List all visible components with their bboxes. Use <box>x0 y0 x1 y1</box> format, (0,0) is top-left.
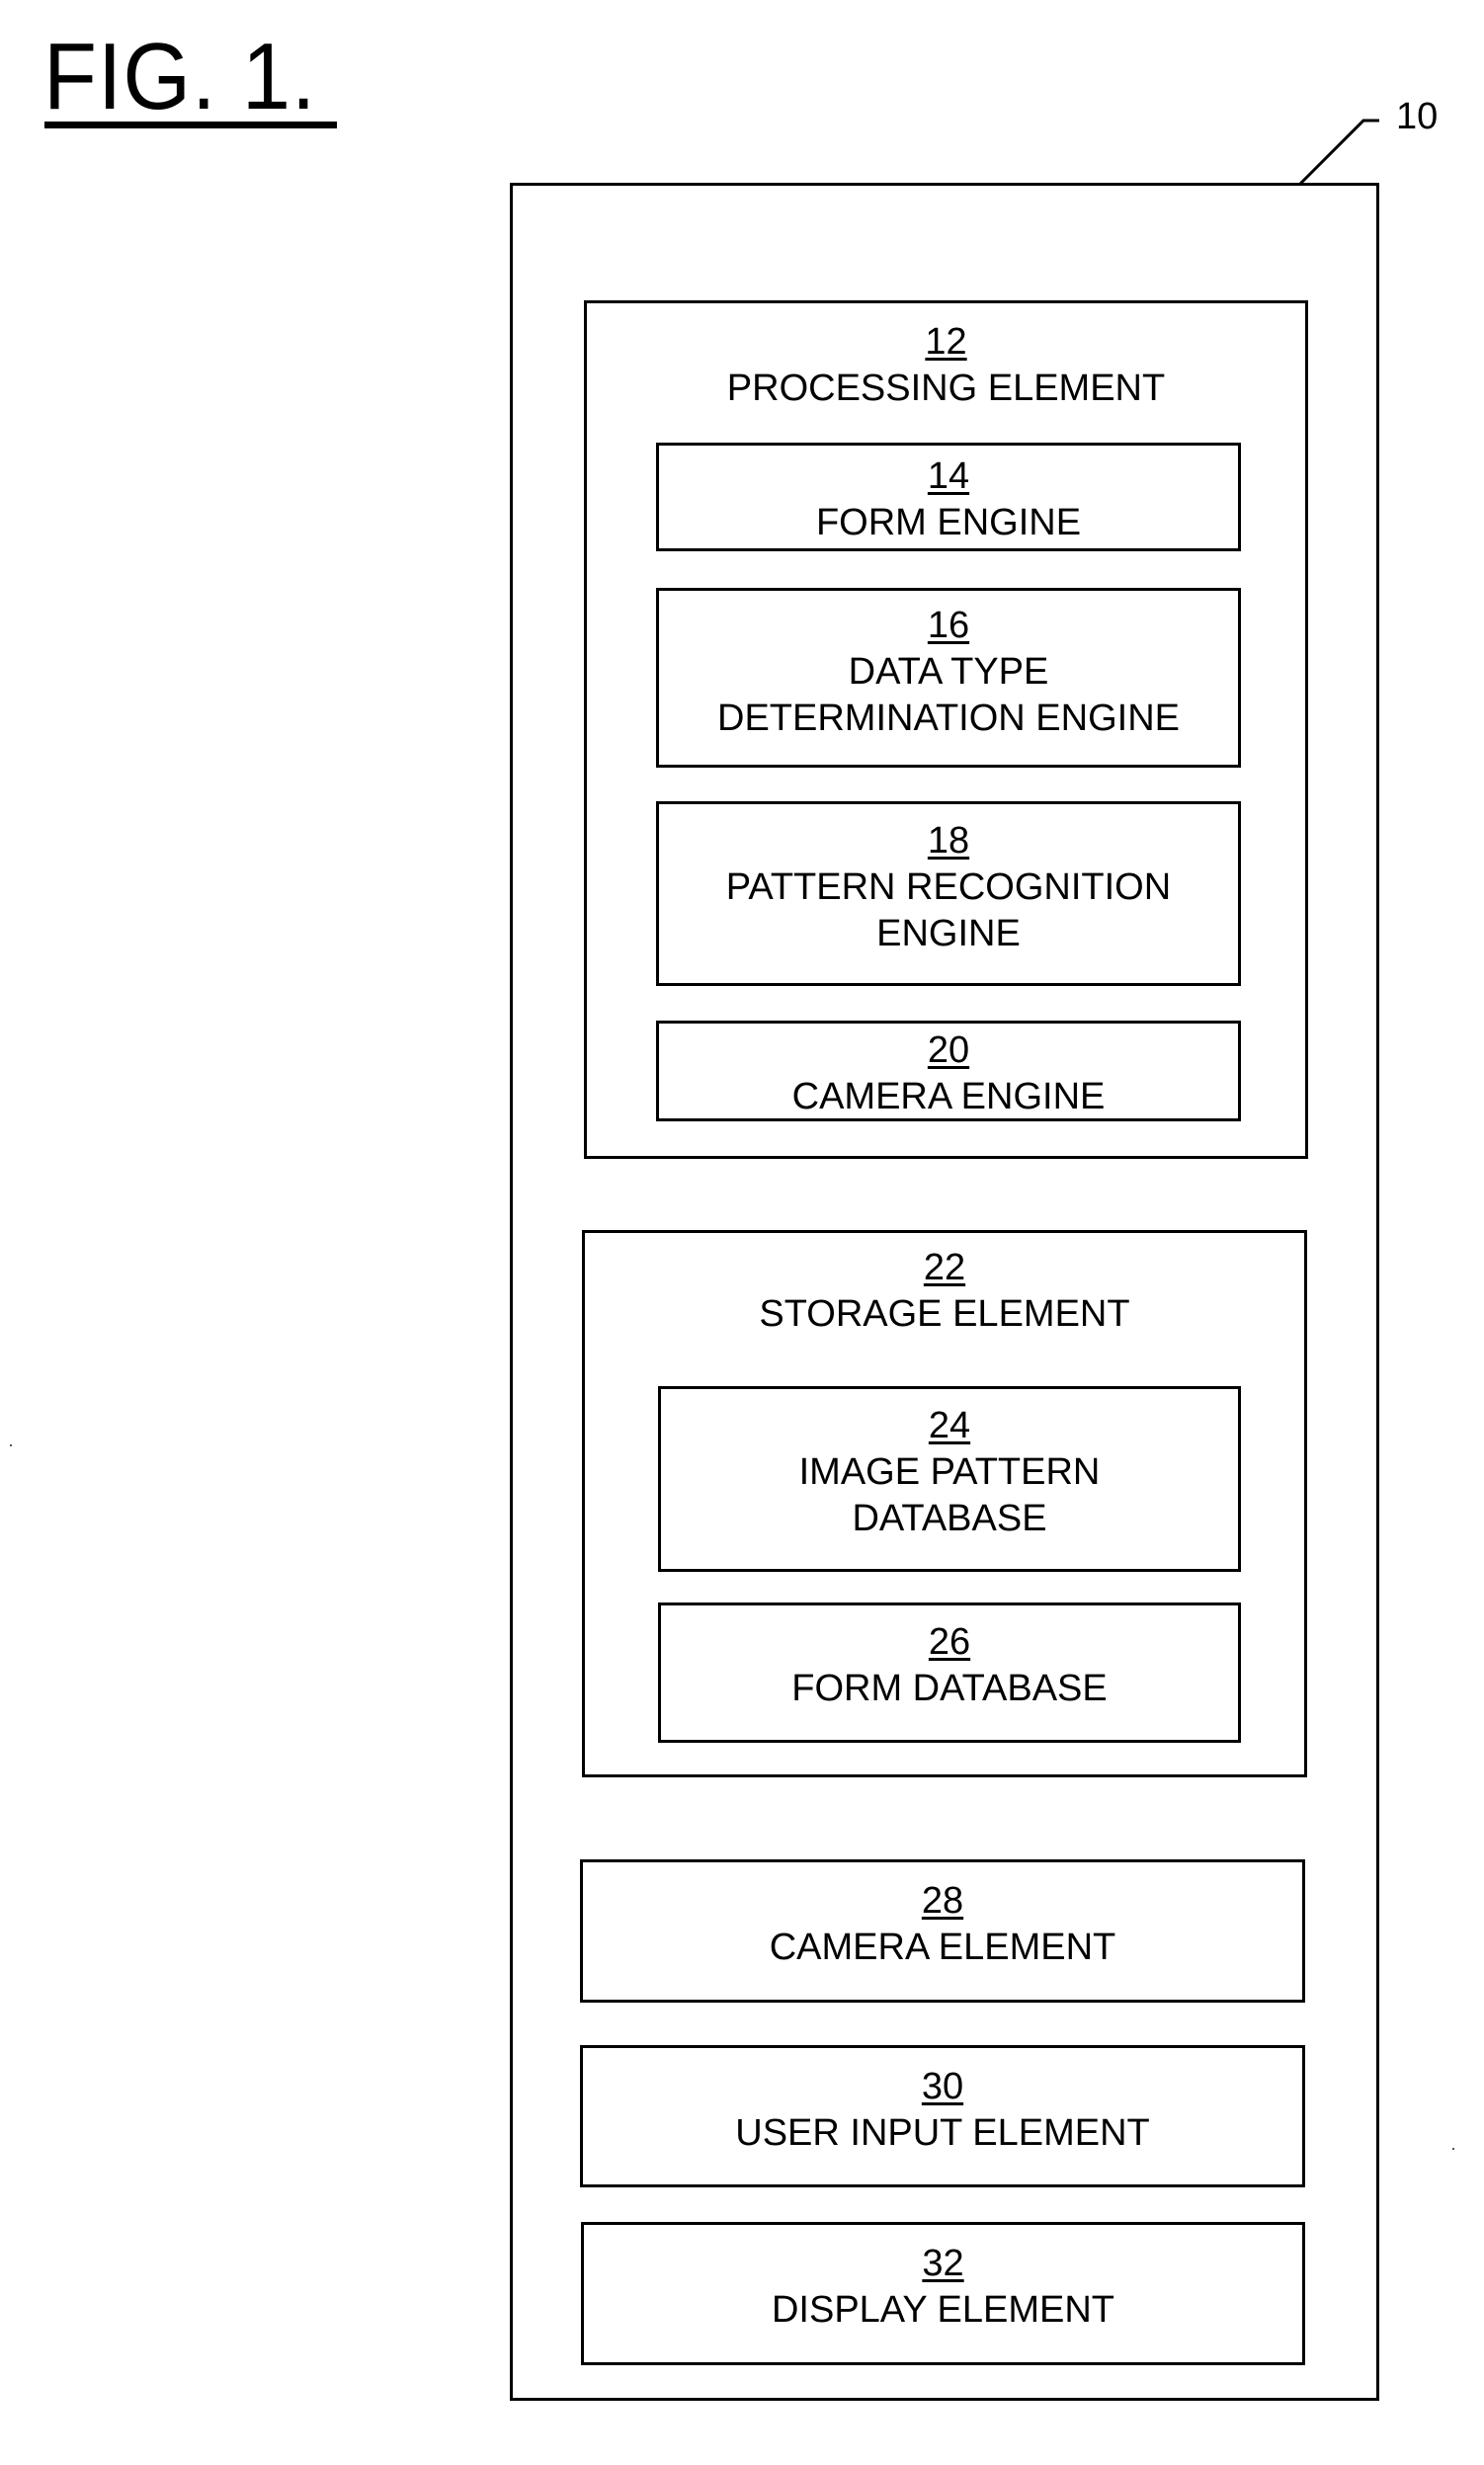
figure-title-underline <box>44 122 337 128</box>
scan-speck <box>1452 2148 1454 2150</box>
user-input-element-label: USER INPUT ELEMENT <box>735 2112 1150 2154</box>
camera-engine-box: 20 CAMERA ENGINE <box>656 1021 1241 1121</box>
pattern-recognition-engine-label: PATTERN RECOGNITION ENGINE <box>725 866 1172 954</box>
data-type-determination-engine-box: 16 DATA TYPE DETERMINATION ENGINE <box>656 588 1241 768</box>
pattern-recognition-engine-number: 18 <box>927 820 970 862</box>
form-engine-number: 14 <box>927 455 970 497</box>
display-element-number: 32 <box>922 2243 964 2284</box>
camera-engine-label: CAMERA ENGINE <box>791 1076 1106 1117</box>
processing-element-number: 12 <box>925 321 967 363</box>
figure-title: FIG. 1. <box>43 24 317 129</box>
pattern-recognition-engine-box: 18 PATTERN RECOGNITION ENGINE <box>656 801 1241 986</box>
image-pattern-database-number: 24 <box>928 1405 971 1446</box>
form-engine-label: FORM ENGINE <box>815 502 1082 543</box>
data-type-determination-engine-label: DATA TYPE DETERMINATION ENGINE <box>717 651 1180 739</box>
camera-element-number: 28 <box>921 1880 964 1922</box>
form-database-label: FORM DATABASE <box>791 1668 1108 1709</box>
image-pattern-database-label: IMAGE PATTERN DATABASE <box>798 1451 1101 1539</box>
data-type-determination-engine-number: 16 <box>927 605 970 646</box>
display-element-box: 32 DISPLAY ELEMENT <box>581 2222 1305 2365</box>
scan-speck <box>10 1444 12 1446</box>
camera-element-label: CAMERA ELEMENT <box>769 1927 1116 1968</box>
device-reference-number: 10 <box>1396 96 1439 137</box>
form-engine-box: 14 FORM ENGINE <box>656 443 1241 551</box>
form-database-number: 26 <box>928 1621 971 1663</box>
user-input-element-box: 30 USER INPUT ELEMENT <box>580 2045 1305 2187</box>
camera-engine-number: 20 <box>927 1029 970 1071</box>
storage-element-number: 22 <box>923 1247 966 1288</box>
camera-element-box: 28 CAMERA ELEMENT <box>580 1859 1305 2003</box>
leader-line <box>1298 119 1379 186</box>
form-database-box: 26 FORM DATABASE <box>658 1602 1241 1743</box>
storage-element-label: STORAGE ELEMENT <box>759 1293 1130 1335</box>
user-input-element-number: 30 <box>921 2066 964 2107</box>
processing-element-label: PROCESSING ELEMENT <box>726 368 1166 409</box>
display-element-label: DISPLAY ELEMENT <box>771 2289 1115 2331</box>
image-pattern-database-box: 24 IMAGE PATTERN DATABASE <box>658 1386 1241 1572</box>
